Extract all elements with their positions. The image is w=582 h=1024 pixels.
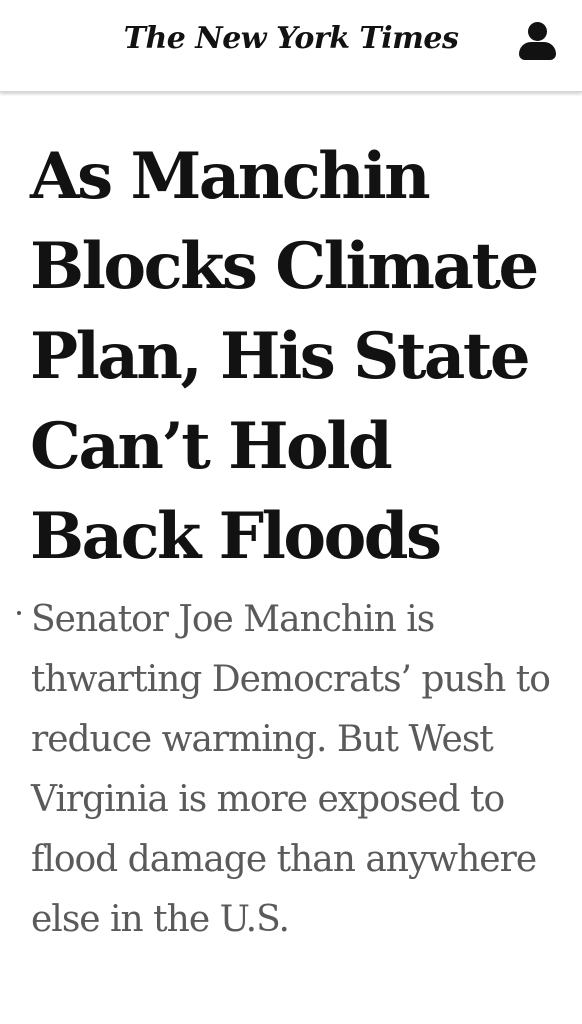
article-headline[interactable]: As Manchin Blocks Climate Plan, His Stat…: [30, 132, 560, 582]
top-bar: The New York Times: [0, 0, 582, 92]
user-icon-body: [519, 42, 556, 60]
user-icon-head: [528, 22, 547, 41]
article-summary: Senator Joe Manchin is thwarting Democra…: [31, 599, 551, 940]
user-account-icon[interactable]: [518, 22, 558, 62]
nyt-logo[interactable]: The New York Times: [96, 14, 486, 64]
bullet-dot: [17, 611, 21, 615]
